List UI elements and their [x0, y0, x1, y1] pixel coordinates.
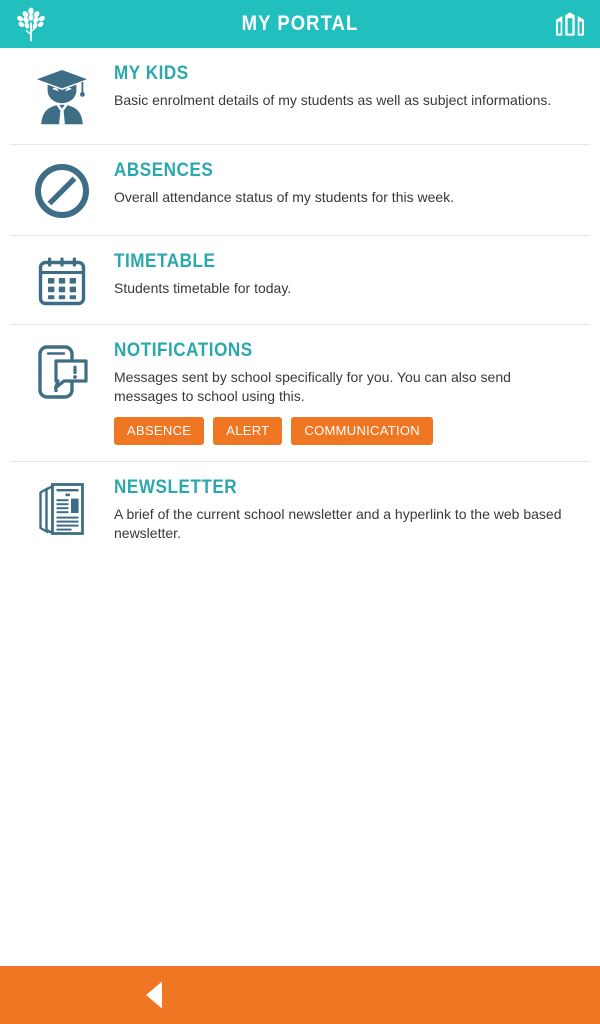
tree-icon[interactable]	[14, 6, 48, 42]
tag-button-communication[interactable]: COMMUNICATION	[291, 416, 433, 445]
list-item-title: ABSENCES	[114, 160, 214, 181]
list-item-title: NEWSLETTER	[114, 476, 238, 498]
list-item-content: NOTIFICATIONS Messages sent by school sp…	[114, 341, 578, 445]
list-item-description: Basic enrolment details of my students a…	[114, 91, 552, 108]
list-item-description: A brief of the current school newsletter…	[114, 505, 562, 541]
list-item-title: TIMETABLE	[114, 251, 216, 272]
tag-button-absence[interactable]: ABSENCE	[114, 416, 205, 445]
list-item-newsletter[interactable]: NEWSLETTER A brief of the current school…	[10, 462, 590, 559]
phone-alert-icon	[10, 341, 114, 401]
list-item-description: Overall attendance status of my students…	[114, 188, 455, 205]
portal-menu-list: MY KIDS Basic enrolment details of my st…	[0, 48, 600, 558]
list-item-title: MY KIDS	[114, 63, 189, 84]
list-item-my-kids[interactable]: MY KIDS Basic enrolment details of my st…	[10, 48, 590, 145]
list-item-absences[interactable]: ABSENCES Overall attendance status of my…	[10, 145, 590, 236]
calendar-icon	[10, 252, 114, 308]
notification-tag-group: ABSENCE ALERT COMMUNICATION	[114, 416, 572, 445]
list-item-timetable[interactable]: TIMETABLE Students timetable for today.	[10, 236, 590, 325]
newspaper-icon	[10, 478, 114, 538]
list-item-content: MY KIDS Basic enrolment details of my st…	[114, 64, 578, 110]
list-item-content: NEWSLETTER A brief of the current school…	[114, 476, 578, 543]
school-building-icon[interactable]	[554, 10, 586, 38]
list-item-notifications[interactable]: NOTIFICATIONS Messages sent by school sp…	[10, 325, 590, 462]
prohibition-sign-icon	[10, 161, 114, 219]
graduate-student-icon	[10, 64, 114, 128]
bottom-navigation-bar	[0, 966, 600, 1024]
back-arrow-icon[interactable]	[138, 978, 172, 1012]
tag-button-alert[interactable]: ALERT	[213, 416, 283, 445]
list-item-content: ABSENCES Overall attendance status of my…	[114, 161, 578, 207]
app-header: MY PORTAL	[0, 0, 600, 48]
list-item-description: Students timetable for today.	[114, 279, 292, 296]
list-item-description: Messages sent by school specifically for…	[114, 368, 511, 404]
page-title: MY PORTAL	[241, 12, 359, 35]
list-item-content: TIMETABLE Students timetable for today.	[114, 252, 578, 298]
list-item-title: NOTIFICATIONS	[114, 340, 253, 361]
